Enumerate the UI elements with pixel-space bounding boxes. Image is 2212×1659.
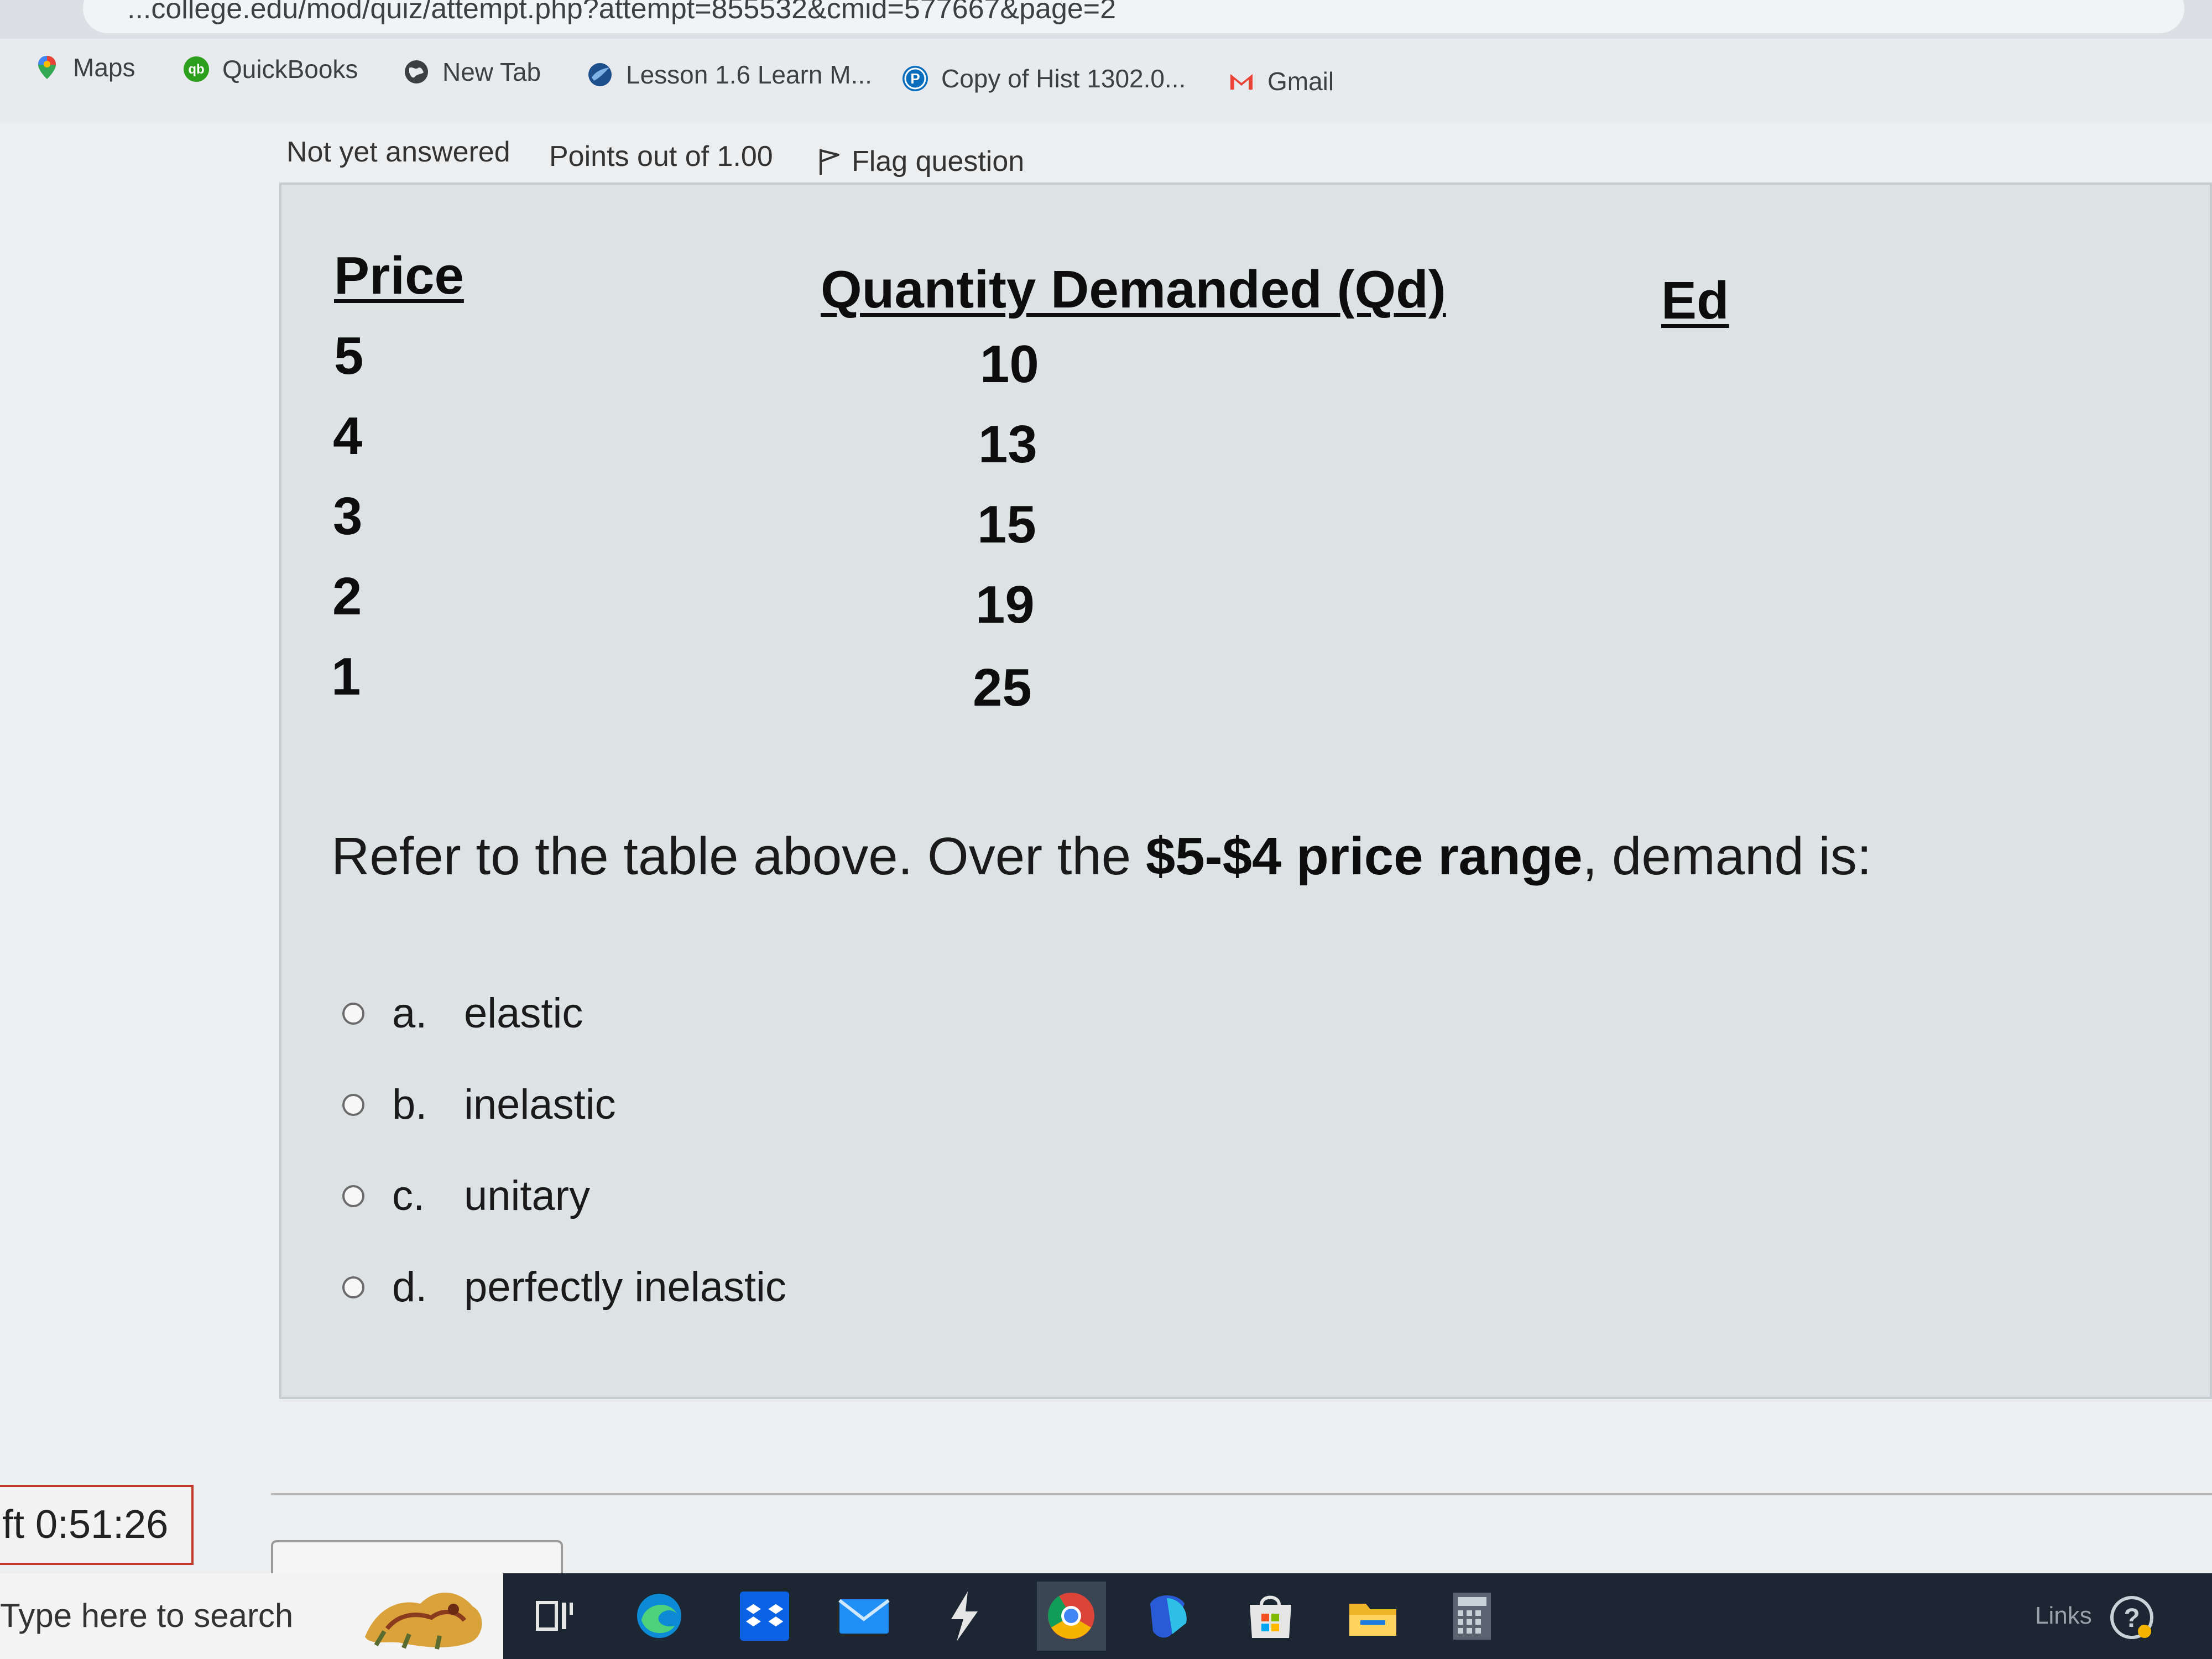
globe-icon [405, 60, 428, 84]
bookmark-lesson[interactable]: Lesson 1.6 Learn M... [586, 60, 872, 90]
links-toolbar-label[interactable]: Links [2035, 1602, 2092, 1630]
dropbox-icon[interactable] [735, 1587, 794, 1645]
mail-icon[interactable] [835, 1587, 893, 1645]
bookmarks-bar: Maps qb QuickBooks New Tab Lesson 1.6 Le… [0, 39, 2212, 122]
price-header: Price [334, 246, 464, 305]
help-icon[interactable]: ? [2107, 1593, 2157, 1642]
option-c[interactable]: c. unitary [342, 1172, 590, 1220]
svg-text:?: ? [2124, 1604, 2140, 1633]
question-panel: Price Quantity Demanded (Qd) Ed 5 10 4 1… [279, 182, 2212, 1399]
gmail-icon [1230, 74, 1253, 90]
qd-cell: 13 [978, 415, 1037, 474]
price-cell: 1 [331, 647, 361, 706]
lesson-site-icon [588, 63, 612, 86]
option-a[interactable]: a. elastic [342, 989, 583, 1037]
calculator-icon[interactable] [1443, 1587, 1501, 1645]
quiz-timer: ft 0:51:26 [0, 1485, 194, 1565]
ed-header: Ed [1661, 271, 1729, 330]
copilot-icon[interactable] [1139, 1587, 1197, 1645]
search-placeholder: Type here to search [0, 1597, 294, 1634]
bookmark-maps[interactable]: Maps [33, 53, 135, 82]
qd-cell: 19 [975, 575, 1035, 634]
svg-text:qb: qb [188, 62, 204, 77]
radio-button[interactable] [342, 1002, 364, 1025]
task-view-icon[interactable] [525, 1587, 583, 1645]
quantity-demanded-header: Quantity Demanded (Qd) [821, 260, 1446, 319]
taskbar: Type here to search Links ? [0, 1573, 2212, 1659]
chrome-icon[interactable] [1042, 1587, 1100, 1645]
flag-icon [820, 149, 839, 175]
question-status: Not yet answered [286, 136, 510, 168]
radio-button[interactable] [342, 1276, 364, 1298]
price-cell: 2 [332, 567, 362, 626]
svg-text:P: P [910, 70, 920, 87]
search-highlight-icon [365, 1592, 482, 1650]
divider [271, 1493, 2212, 1495]
bookmark-gmail[interactable]: Gmail [1228, 66, 1334, 96]
store-icon[interactable] [1241, 1587, 1300, 1645]
question-points: Points out of 1.00 [549, 140, 773, 173]
question-text: Refer to the table above. Over the $5-$4… [331, 827, 1872, 886]
price-cell: 5 [334, 326, 364, 385]
radio-button[interactable] [342, 1185, 364, 1207]
radio-button[interactable] [342, 1093, 364, 1116]
quickbooks-icon: qb [184, 56, 209, 82]
qd-cell: 25 [973, 658, 1032, 717]
url-text[interactable]: ...college.edu/mod/quiz/attempt.php?atte… [127, 0, 1116, 25]
edge-icon[interactable] [630, 1587, 688, 1645]
price-range-emphasis: $5-$4 price range [1145, 827, 1583, 886]
bookmark-new-tab[interactable]: New Tab [403, 57, 541, 87]
taskbar-search[interactable]: Type here to search [0, 1573, 503, 1659]
file-explorer-icon[interactable] [1344, 1587, 1402, 1645]
maps-pin-icon [38, 56, 56, 79]
option-d[interactable]: d. perfectly inelastic [342, 1263, 786, 1311]
lightning-app-icon[interactable] [935, 1587, 993, 1645]
qd-cell: 10 [980, 335, 1039, 394]
price-cell: 3 [333, 487, 363, 546]
pearson-icon: P [902, 66, 928, 91]
flag-question-link[interactable]: Flag question [817, 145, 1024, 178]
bookmark-quickbooks[interactable]: qb QuickBooks [182, 54, 358, 84]
qd-cell: 15 [977, 495, 1036, 554]
bookmark-hist[interactable]: P Copy of Hist 1302.0... [901, 64, 1186, 93]
address-bar[interactable]: ...college.edu/mod/quiz/attempt.php?atte… [0, 0, 2212, 39]
next-page-button[interactable] [271, 1540, 563, 1575]
price-cell: 4 [333, 406, 363, 466]
option-b[interactable]: b. inelastic [342, 1081, 616, 1129]
